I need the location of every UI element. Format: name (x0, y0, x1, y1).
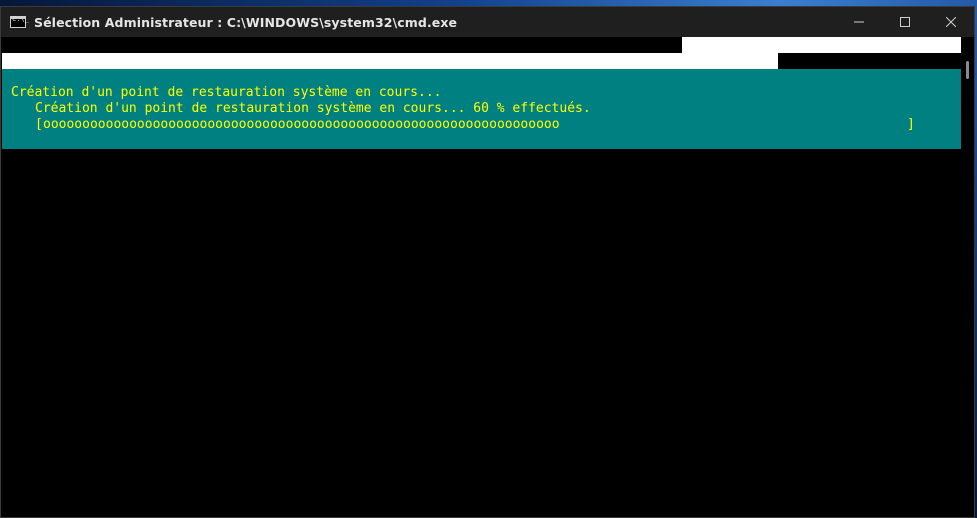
cmd-window: Sélection Administrateur : C:\WINDOWS\sy… (0, 6, 975, 518)
status-line-1: Création d'un point de restauration syst… (11, 85, 442, 100)
progress-bar: oooooooooooooooooooooooooooooooooooooooo… (43, 117, 560, 132)
selection-row-2-left (2, 53, 778, 69)
progress-bracket-open: [ (35, 117, 43, 132)
progress-track: oooooooooooooooooooooooooooooooooooooooo… (43, 117, 907, 133)
close-icon (946, 17, 956, 27)
scrollbar-thumb[interactable] (966, 61, 969, 79)
vertical-scrollbar[interactable] (961, 37, 974, 517)
cmd-icon[interactable] (10, 15, 29, 28)
progress-bracket-close: ] (907, 117, 915, 132)
minimize-button[interactable] (836, 7, 882, 37)
progress-highlight: Création d'un point de restauration syst… (2, 69, 962, 149)
maximize-button[interactable] (882, 7, 928, 37)
title-bar[interactable]: Sélection Administrateur : C:\WINDOWS\sy… (1, 7, 974, 37)
status-line-2: Création d'un point de restauration syst… (35, 101, 591, 116)
window-controls (836, 7, 974, 37)
selection-row-2-right (778, 53, 962, 69)
selection-row-1-right (682, 37, 962, 53)
console-output[interactable]: Création d'un point de restauration syst… (2, 37, 962, 517)
close-button[interactable] (928, 7, 974, 37)
window-title: Sélection Administrateur : C:\WINDOWS\sy… (34, 14, 458, 30)
maximize-icon (900, 17, 910, 27)
minimize-icon (854, 21, 864, 23)
selection-row-1-left (2, 37, 682, 53)
